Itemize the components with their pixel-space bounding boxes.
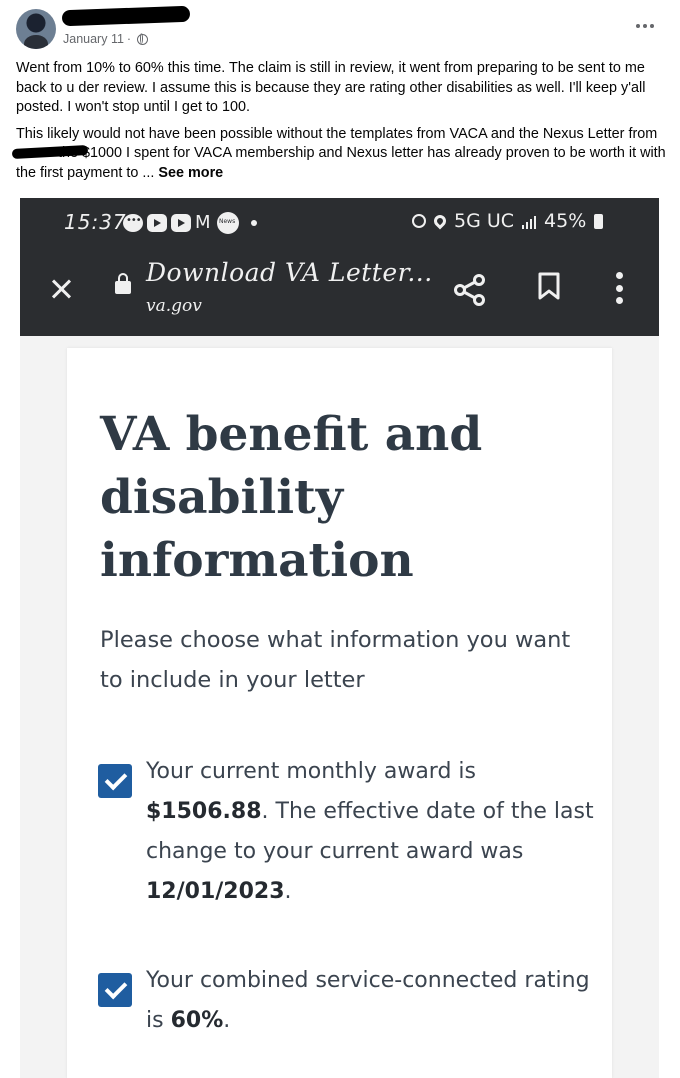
award-amount: $1506.88 [146, 799, 262, 824]
post-paragraph-1: Went from 10% to 60% this time. The clai… [16, 60, 646, 115]
paragraph-2-start: This likely would not have been possible… [16, 125, 658, 142]
browser-url[interactable]: va.gov [146, 296, 202, 316]
news-icon [217, 212, 239, 234]
award-text: Your current monthly award is [146, 759, 476, 784]
combined-rating-checkbox[interactable] [98, 973, 132, 1007]
battery-level: 45% [544, 210, 587, 232]
paragraph-2-end: the $1000 I spent for VACA membership an… [16, 145, 666, 181]
monthly-award-checkbox[interactable] [98, 764, 132, 798]
youtube-icon [147, 214, 167, 232]
post-meta: January 11 · [63, 32, 149, 46]
post-paragraph-2: This likely would not have been possible… [11, 125, 666, 184]
gmail-icon: M [195, 212, 211, 233]
meta-separator: · [126, 32, 132, 46]
browser-toolbar: Download VA Letter... va.gov [20, 250, 659, 336]
bookmark-icon[interactable] [538, 272, 560, 300]
signal-icon [522, 213, 537, 229]
more-notifications-icon [251, 220, 257, 226]
lock-icon [115, 273, 131, 294]
author-name-redacted [61, 5, 191, 27]
chat-icon [123, 214, 143, 232]
dot-icon [636, 24, 640, 28]
period: . [223, 1008, 231, 1033]
system-status: 5G UC 45% [412, 210, 604, 232]
effective-date: 12/01/2023 [146, 879, 285, 904]
status-time: 15:37 [64, 210, 127, 234]
location-icon [431, 212, 449, 230]
attached-screenshot[interactable]: 15:37 M 5G UC 45% Download VA Letter... … [20, 198, 659, 1078]
browser-page-title: Download VA Letter... [146, 258, 433, 287]
alarm-icon [412, 214, 426, 228]
period: . [284, 879, 292, 904]
combined-rating-label: Your combined service-connected rating i… [146, 961, 596, 1041]
more-options-button[interactable] [632, 16, 658, 36]
post-date[interactable]: January 11 [63, 32, 124, 46]
dot-icon [643, 24, 647, 28]
overflow-menu-icon[interactable] [614, 272, 624, 304]
notification-icons: M [123, 212, 257, 234]
page-instructions: Please choose what information you want … [100, 627, 571, 693]
monthly-award-label: Your current monthly award is $1506.88. … [146, 752, 596, 912]
va-letter-page: VA benefit and disability information Pl… [67, 348, 612, 1078]
close-icon[interactable] [48, 276, 74, 302]
battery-icon [594, 213, 604, 229]
post-header: January 11 · [0, 0, 680, 60]
post-body: Went from 10% to 60% this time. The clai… [11, 59, 666, 190]
avatar[interactable] [16, 9, 56, 49]
page-title: VA benefit and disability information [100, 407, 483, 588]
rating-value: 60% [170, 1008, 224, 1033]
network-label: 5G UC [454, 210, 515, 232]
youtube-icon [171, 214, 191, 232]
share-icon[interactable] [452, 272, 488, 308]
phone-status-bar: 15:37 M 5G UC 45% [20, 198, 659, 250]
see-more-link[interactable]: See more [158, 165, 223, 181]
dot-icon [650, 24, 654, 28]
globe-icon [137, 33, 149, 45]
